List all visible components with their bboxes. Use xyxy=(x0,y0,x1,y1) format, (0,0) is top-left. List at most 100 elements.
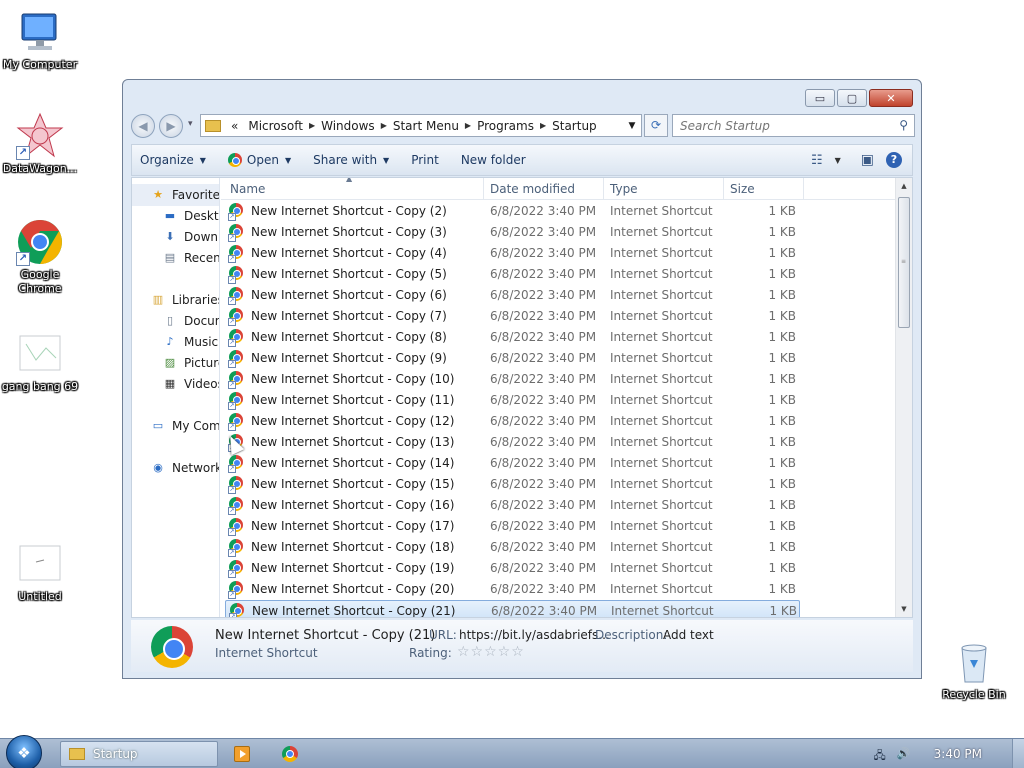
view-dropdown-icon[interactable]: ▼ xyxy=(835,156,841,165)
maximize-button[interactable]: ▢ xyxy=(837,89,867,107)
forward-button[interactable]: ▶ xyxy=(159,114,183,138)
new-folder-button[interactable]: New folder xyxy=(453,145,534,175)
file-name: New Internet Shortcut - Copy (2) xyxy=(251,204,447,218)
column-header-date-modified[interactable]: Date modified xyxy=(490,182,575,196)
nav-downloads[interactable]: ⬇ Downloads xyxy=(162,227,219,247)
explorer-window[interactable]: ▭ ▢ ✕ ◀ ▶ ▾ « Microsoft ▶ Windows ▶ Star… xyxy=(122,79,922,679)
nav-desktop[interactable]: ▬ Desktop xyxy=(162,206,219,226)
file-row[interactable]: ↗ New Internet Shortcut - Copy (5) 6/8/202… xyxy=(225,264,800,285)
column-header-name[interactable]: Name xyxy=(230,182,265,196)
file-row[interactable]: ↗ New Internet Shortcut - Copy (19) 6/8/20… xyxy=(225,558,800,579)
file-row[interactable]: ↗ New Internet Shortcut - Copy (20) 6/8/20… xyxy=(225,579,800,600)
title-bar[interactable]: ▭ ▢ ✕ xyxy=(123,80,921,110)
clock[interactable]: 3:40 PM xyxy=(934,747,982,761)
search-box[interactable]: ⚲ xyxy=(672,114,915,137)
breadcrumb-startup[interactable]: Startup xyxy=(546,119,603,133)
file-row[interactable]: ↗ New Internet Shortcut - Copy (18) 6/8/20… xyxy=(225,537,800,558)
organize-button[interactable]: Organize ▼ xyxy=(132,145,214,175)
column-divider[interactable] xyxy=(723,178,724,200)
details-pane: New Internet Shortcut - Copy (21) Intern… xyxy=(131,620,913,672)
details-url-value[interactable]: https://bit.ly/asdabriefs... xyxy=(459,628,610,642)
rating-stars[interactable]: ☆☆☆☆☆ xyxy=(457,644,525,660)
recent-pages-dropdown[interactable]: ▾ xyxy=(188,119,193,129)
downloads-icon: ⬇ xyxy=(165,230,175,243)
print-button[interactable]: Print xyxy=(403,145,447,175)
file-row[interactable]: ↗ New Internet Shortcut - Copy (12) 6/8/20… xyxy=(225,411,800,432)
nav-music[interactable]: ♪ Music xyxy=(162,332,219,352)
desktop-icon-my-computer[interactable]: My Computer xyxy=(0,8,80,72)
nav-computer-label: My Computer xyxy=(172,419,220,433)
start-button[interactable]: ❖ xyxy=(6,735,42,768)
nav-pictures[interactable]: ▨ Pictures xyxy=(162,353,219,373)
file-row[interactable]: ↗ New Internet Shortcut - Copy (7) 6/8/202… xyxy=(225,306,800,327)
minimize-button[interactable]: ▭ xyxy=(805,89,835,107)
nav-documents[interactable]: ▯ Documents xyxy=(162,311,219,331)
desktop-icon-google-chrome[interactable]: ↗ Google Chrome xyxy=(0,218,80,296)
desktop-icon-datawagon[interactable]: ↗ DataWagon... xyxy=(0,112,80,176)
file-row[interactable]: ↗ New Internet Shortcut - Copy (10) 6/8/20… xyxy=(225,369,800,390)
file-row[interactable]: ↗ New Internet Shortcut - Copy (6) 6/8/202… xyxy=(225,285,800,306)
nav-libraries[interactable]: ▥ Libraries xyxy=(150,290,219,310)
scroll-up-icon[interactable]: ▲ xyxy=(896,178,912,194)
breadcrumb-start-menu[interactable]: Start Menu xyxy=(387,119,465,133)
details-description-value[interactable]: Add text xyxy=(663,628,714,642)
nav-recent-places[interactable]: ▤ Recent Places xyxy=(162,248,219,268)
taskbar-button-startup[interactable]: Startup xyxy=(60,741,218,767)
scroll-thumb[interactable]: ≡ xyxy=(898,197,910,328)
file-row[interactable]: ↗ New Internet Shortcut - Copy (15) 6/8/20… xyxy=(225,474,800,495)
file-row[interactable]: ↗ New Internet Shortcut - Copy (2) 6/8/202… xyxy=(225,201,800,222)
file-row[interactable]: ↗ New Internet Shortcut - Copy (3) 6/8/202… xyxy=(225,222,800,243)
file-row[interactable]: ↗ New Internet Shortcut - Copy (16) 6/8/20… xyxy=(225,495,800,516)
column-divider[interactable] xyxy=(603,178,604,200)
file-date-modified: 6/8/2022 3:40 PM xyxy=(490,414,597,428)
share-with-button[interactable]: Share with ▼ xyxy=(305,145,397,175)
scroll-down-icon[interactable]: ▼ xyxy=(896,601,912,617)
help-icon[interactable]: ? xyxy=(886,152,902,168)
breadcrumb-overflow[interactable]: « xyxy=(227,119,242,133)
windows-logo-icon: ❖ xyxy=(17,744,31,762)
taskbar-button-label: Startup xyxy=(93,747,138,761)
column-divider[interactable] xyxy=(483,178,484,200)
search-icon[interactable]: ⚲ xyxy=(899,118,908,132)
breadcrumb-programs[interactable]: Programs xyxy=(471,119,540,133)
nav-videos[interactable]: ▦ Videos xyxy=(162,374,219,394)
search-input[interactable] xyxy=(673,115,883,136)
column-header-size[interactable]: Size xyxy=(730,182,755,196)
desktop-icon-gang-bang-69[interactable]: gang bang 69 xyxy=(0,330,80,394)
column-divider[interactable] xyxy=(803,178,804,200)
file-row[interactable]: ↗ New Internet Shortcut - Copy (17) 6/8/20… xyxy=(225,516,800,537)
file-row[interactable]: ↗ New Internet Shortcut - Copy (4) 6/8/202… xyxy=(225,243,800,264)
file-row[interactable]: ↗ New Internet Shortcut - Copy (8) 6/8/202… xyxy=(225,327,800,348)
change-view-icon[interactable]: ☷ xyxy=(811,153,823,168)
file-row[interactable]: ↗ New Internet Shortcut - Copy (9) 6/8/202… xyxy=(225,348,800,369)
refresh-button[interactable]: ⟳ xyxy=(644,114,668,137)
desktop-icon-recycle-bin[interactable]: Recycle Bin xyxy=(934,638,1014,702)
column-header-type[interactable]: Type xyxy=(610,182,638,196)
open-button[interactable]: Open ▼ xyxy=(220,145,299,175)
preview-pane-icon[interactable]: ▣ xyxy=(861,152,874,168)
network-tray-icon[interactable]: 🖧 xyxy=(872,747,888,762)
back-button[interactable]: ◀ xyxy=(131,114,155,138)
file-row[interactable]: ↗ New Internet Shortcut - Copy (11) 6/8/20… xyxy=(225,390,800,411)
media-player-icon[interactable] xyxy=(234,746,250,762)
volume-icon[interactable]: 🔊 xyxy=(896,747,912,761)
file-row[interactable]: ↗ New Internet Shortcut - Copy (13) 6/8/20… xyxy=(225,432,800,453)
address-bar[interactable]: « Microsoft ▶ Windows ▶ Start Menu ▶ Pro… xyxy=(200,114,642,137)
file-list[interactable]: ▲ Name Date modified Type Size ↗ New Inte… xyxy=(221,178,895,617)
vertical-scrollbar[interactable]: ▲ ≡ ▼ xyxy=(895,178,912,617)
file-size: 1 KB xyxy=(768,204,796,218)
internet-shortcut-icon: ↗ xyxy=(229,603,246,617)
nav-my-computer[interactable]: ▭ My Computer xyxy=(150,416,220,436)
breadcrumb-microsoft[interactable]: Microsoft xyxy=(242,119,309,133)
show-desktop-button[interactable] xyxy=(1012,739,1024,768)
close-button[interactable]: ✕ xyxy=(869,89,913,107)
nav-favorites[interactable]: ★ Favorites xyxy=(150,185,219,205)
chrome-taskbar-icon[interactable] xyxy=(282,746,298,762)
desktop-icon-untitled[interactable]: Untitled xyxy=(0,540,80,604)
address-dropdown-icon[interactable]: ▼ xyxy=(623,121,641,131)
file-row[interactable]: ↗ New Internet Shortcut - Copy (14) 6/8/20… xyxy=(225,453,800,474)
internet-shortcut-icon: ↗ xyxy=(228,245,245,263)
nav-network[interactable]: ◉ Network xyxy=(150,458,219,478)
file-row[interactable]: ↗ New Internet Shortcut - Copy (21) 6/8/20… xyxy=(225,600,800,617)
breadcrumb-windows[interactable]: Windows xyxy=(315,119,381,133)
